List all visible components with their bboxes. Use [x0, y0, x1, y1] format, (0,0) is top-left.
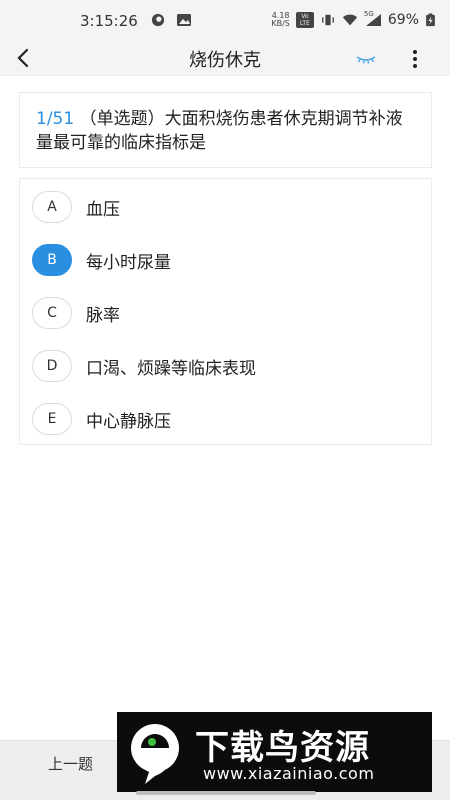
vibrate-icon — [321, 14, 334, 26]
option-letter-circle-selected: B — [32, 244, 72, 276]
status-time: 3:15:26 — [80, 12, 138, 30]
eye-closed-icon[interactable] — [354, 50, 378, 68]
signal-icon: 5G — [363, 10, 382, 27]
status-bar: 3:15:26 4.18 KB/S Vo LTE 5G 69% — [0, 0, 450, 42]
app-header: 烧伤休克 — [0, 42, 450, 76]
notification-app-icon — [151, 13, 165, 27]
signal-label: 5G — [363, 10, 374, 18]
status-left-icons — [150, 13, 192, 27]
option-text: 中心静脉压 — [86, 411, 171, 432]
option-text: 每小时尿量 — [86, 252, 171, 273]
option-b[interactable]: B 每小时尿量 — [32, 240, 412, 280]
option-letter-circle: E — [32, 403, 72, 435]
bird-logo-icon — [131, 724, 179, 784]
battery-charging-icon — [426, 13, 435, 27]
watermark-title: 下载鸟资源 — [195, 728, 370, 768]
watermark-banner: 下载鸟资源 www.xiazainiao.com — [117, 712, 432, 792]
more-options-icon[interactable] — [405, 46, 425, 72]
wifi-icon — [342, 14, 357, 26]
gallery-icon — [177, 14, 191, 26]
question-number: 1/51 — [36, 109, 75, 129]
question-text: （单选题）大面积烧伤患者休克期调节补液量最可靠的临床指标是 — [36, 109, 403, 153]
options-list: A 血压 B 每小时尿量 C 脉率 D 口渴、烦躁等临床表现 E 中心静脉压 — [19, 178, 432, 445]
previous-question-button[interactable]: 上一题 — [48, 753, 93, 774]
option-d[interactable]: D 口渴、烦躁等临床表现 — [32, 346, 412, 386]
question-card: 1/51 （单选题）大面积烧伤患者休克期调节补液量最可靠的临床指标是 — [19, 92, 432, 168]
network-speed-unit: KB/S — [271, 19, 290, 28]
home-indicator[interactable] — [136, 791, 316, 795]
option-letter-circle: D — [32, 350, 72, 382]
screen: 3:15:26 4.18 KB/S Vo LTE 5G 69% 烧伤休克 1/5… — [0, 0, 450, 800]
option-e[interactable]: E 中心静脉压 — [32, 399, 412, 439]
option-letter-circle: C — [32, 297, 72, 329]
option-letter-circle: A — [32, 191, 72, 223]
option-a[interactable]: A 血压 — [32, 187, 412, 227]
page-title: 烧伤休克 — [189, 50, 261, 71]
volte-icon: Vo LTE — [295, 12, 314, 28]
network-speed: 4.18 KB/S — [271, 12, 290, 28]
battery-percent: 69% — [387, 12, 419, 28]
option-text: 脉率 — [86, 305, 120, 326]
option-text: 血压 — [86, 199, 120, 220]
watermark-url: www.xiazainiao.com — [203, 764, 375, 783]
status-right: 4.18 KB/S Vo LTE 5G 69% — [271, 10, 436, 28]
option-c[interactable]: C 脉率 — [32, 293, 412, 333]
option-text: 口渴、烦躁等临床表现 — [86, 358, 256, 379]
